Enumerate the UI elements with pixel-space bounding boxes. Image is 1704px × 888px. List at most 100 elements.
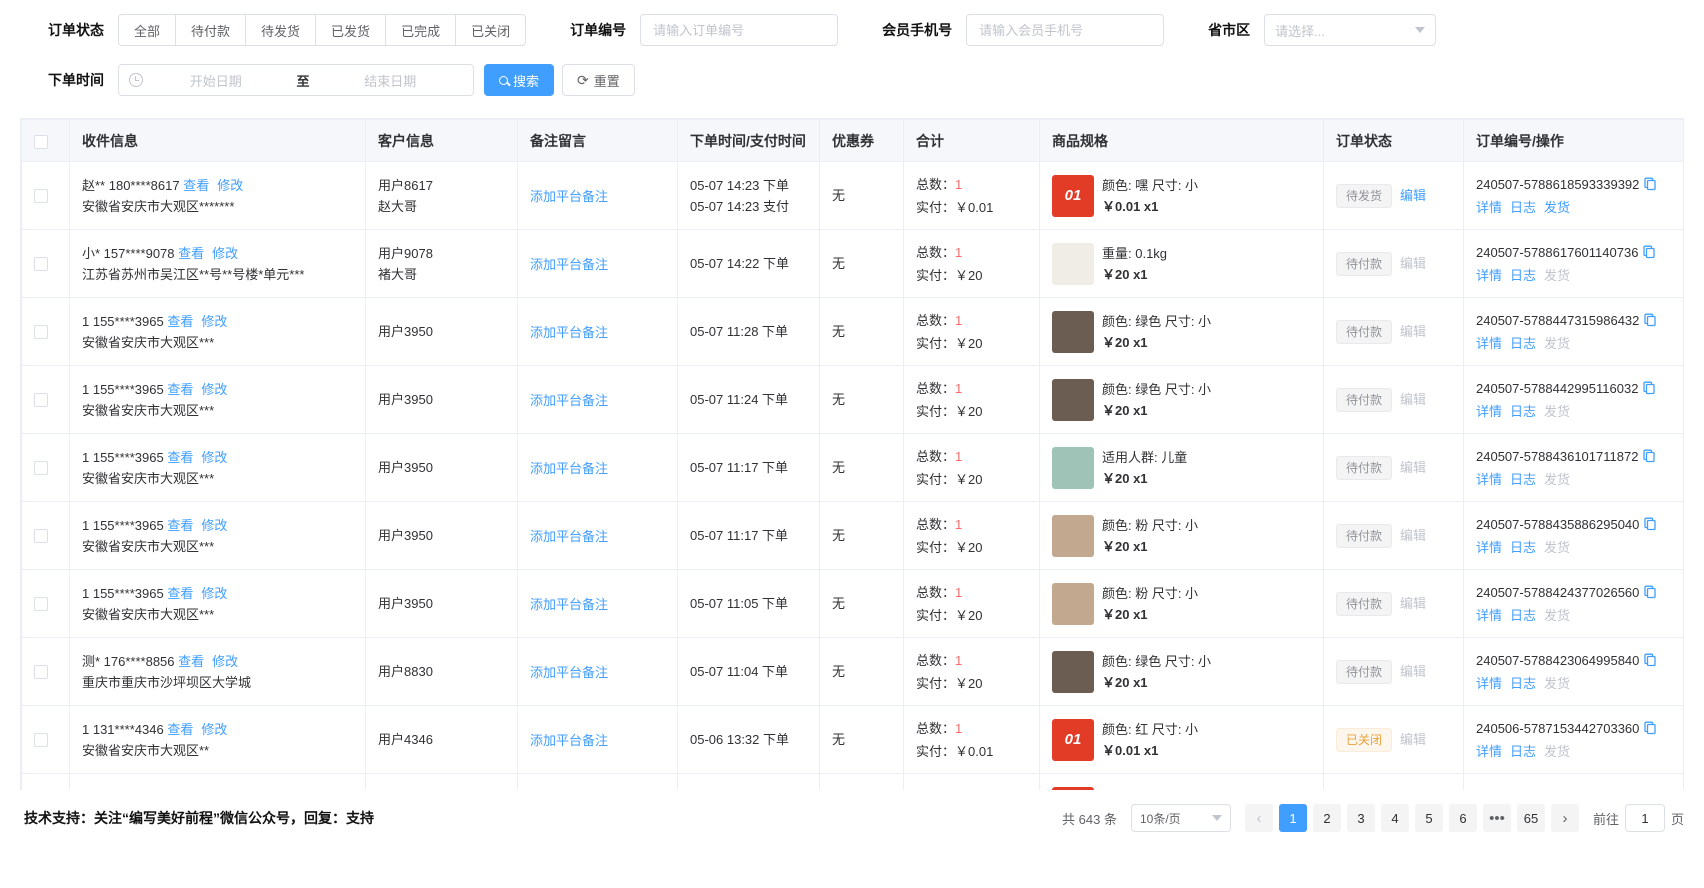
- modify-link[interactable]: 修改: [201, 382, 227, 397]
- status-tab-2[interactable]: 待发货: [245, 14, 316, 46]
- log-link[interactable]: 日志: [1510, 268, 1536, 283]
- status-tab-3[interactable]: 已发货: [315, 14, 386, 46]
- add-note-link[interactable]: 添加平台备注: [530, 393, 608, 408]
- page-button-65[interactable]: 65: [1517, 804, 1545, 832]
- view-link[interactable]: 查看: [178, 654, 204, 669]
- date-range-picker[interactable]: 开始日期 至 结束日期: [118, 64, 474, 96]
- reset-button-label: 重置: [594, 71, 620, 90]
- log-link[interactable]: 日志: [1510, 404, 1536, 419]
- ship-link[interactable]: 发货: [1544, 200, 1570, 215]
- order-no-input[interactable]: [640, 14, 838, 46]
- add-note-link[interactable]: 添加平台备注: [530, 257, 608, 272]
- log-link[interactable]: 日志: [1510, 472, 1536, 487]
- detail-link[interactable]: 详情: [1476, 608, 1502, 623]
- modify-link[interactable]: 修改: [212, 246, 238, 261]
- view-link[interactable]: 查看: [167, 382, 193, 397]
- detail-link[interactable]: 详情: [1476, 676, 1502, 691]
- view-link[interactable]: 查看: [167, 722, 193, 737]
- prev-page-button[interactable]: ‹: [1245, 804, 1273, 832]
- reset-button[interactable]: ⟳ 重置: [562, 64, 635, 96]
- goto-page-input[interactable]: [1625, 804, 1665, 832]
- next-page-button[interactable]: ›: [1551, 804, 1579, 832]
- time-cell: 05-07 14:23 下单05-07 14:23 支付: [678, 162, 820, 230]
- page-size-select[interactable]: 10条/页: [1131, 804, 1231, 832]
- detail-link[interactable]: 详情: [1476, 200, 1502, 215]
- log-link[interactable]: 日志: [1510, 540, 1536, 555]
- row-checkbox[interactable]: [34, 461, 48, 475]
- table-row: 1 155****3965 查看修改安徽省安庆市大观区***用户3950添加平台…: [22, 570, 1685, 638]
- modify-link[interactable]: 修改: [201, 314, 227, 329]
- detail-link[interactable]: 详情: [1476, 744, 1502, 759]
- total-label: 总数：: [916, 177, 955, 192]
- member-phone-input[interactable]: [966, 14, 1164, 46]
- row-checkbox[interactable]: [34, 665, 48, 679]
- view-link[interactable]: 查看: [167, 314, 193, 329]
- row-checkbox[interactable]: [34, 597, 48, 611]
- more-pages-button[interactable]: •••: [1483, 804, 1511, 832]
- copy-icon[interactable]: [1642, 244, 1656, 265]
- copy-icon[interactable]: [1643, 584, 1657, 605]
- add-note-link[interactable]: 添加平台备注: [530, 325, 608, 340]
- copy-icon[interactable]: [1643, 176, 1657, 197]
- region-select[interactable]: 请选择...: [1264, 14, 1436, 46]
- modify-link[interactable]: 修改: [201, 450, 227, 465]
- log-link[interactable]: 日志: [1510, 744, 1536, 759]
- add-note-link[interactable]: 添加平台备注: [530, 529, 608, 544]
- checkbox-cell: [22, 774, 70, 791]
- page-button-6[interactable]: 6: [1449, 804, 1477, 832]
- select-all-checkbox[interactable]: [34, 135, 48, 149]
- view-link[interactable]: 查看: [167, 518, 193, 533]
- detail-link[interactable]: 详情: [1476, 540, 1502, 555]
- modify-link[interactable]: 修改: [212, 654, 238, 669]
- page-button-2[interactable]: 2: [1313, 804, 1341, 832]
- status-tab-0[interactable]: 全部: [118, 14, 176, 46]
- customer-id: 用户8830: [378, 661, 505, 682]
- copy-icon[interactable]: [1642, 380, 1656, 401]
- status-cell: 待付款编辑: [1324, 434, 1464, 502]
- view-link[interactable]: 查看: [183, 178, 209, 193]
- view-link[interactable]: 查看: [178, 246, 204, 261]
- copy-icon[interactable]: [1643, 312, 1657, 333]
- add-note-link[interactable]: 添加平台备注: [530, 189, 608, 204]
- row-checkbox[interactable]: [34, 733, 48, 747]
- copy-icon[interactable]: [1643, 720, 1657, 741]
- view-link[interactable]: 查看: [167, 586, 193, 601]
- add-note-link[interactable]: 添加平台备注: [530, 461, 608, 476]
- row-checkbox[interactable]: [34, 393, 48, 407]
- detail-link[interactable]: 详情: [1476, 336, 1502, 351]
- modify-link[interactable]: 修改: [201, 518, 227, 533]
- view-link[interactable]: 查看: [167, 450, 193, 465]
- detail-link[interactable]: 详情: [1476, 404, 1502, 419]
- log-link[interactable]: 日志: [1510, 336, 1536, 351]
- row-checkbox[interactable]: [34, 529, 48, 543]
- status-tab-5[interactable]: 已关闭: [455, 14, 526, 46]
- log-link[interactable]: 日志: [1510, 676, 1536, 691]
- log-link[interactable]: 日志: [1510, 608, 1536, 623]
- row-checkbox[interactable]: [34, 325, 48, 339]
- page-button-5[interactable]: 5: [1415, 804, 1443, 832]
- modify-link[interactable]: 修改: [201, 722, 227, 737]
- modify-link[interactable]: 修改: [201, 586, 227, 601]
- add-note-link[interactable]: 添加平台备注: [530, 665, 608, 680]
- copy-icon[interactable]: [1642, 448, 1656, 469]
- copy-icon[interactable]: [1643, 516, 1657, 537]
- status-tab-1[interactable]: 待付款: [175, 14, 246, 46]
- copy-icon[interactable]: [1643, 652, 1657, 673]
- page-button-4[interactable]: 4: [1381, 804, 1409, 832]
- status-tab-4[interactable]: 已完成: [385, 14, 456, 46]
- search-button[interactable]: 搜索: [484, 64, 554, 96]
- page-button-1[interactable]: 1: [1279, 804, 1307, 832]
- modify-link[interactable]: 修改: [217, 178, 243, 193]
- row-checkbox[interactable]: [34, 257, 48, 271]
- add-note-link[interactable]: 添加平台备注: [530, 597, 608, 612]
- page-button-3[interactable]: 3: [1347, 804, 1375, 832]
- edit-link[interactable]: 编辑: [1400, 188, 1426, 203]
- add-note-link[interactable]: 添加平台备注: [530, 733, 608, 748]
- detail-link[interactable]: 详情: [1476, 472, 1502, 487]
- header-orderno: 订单编号/操作: [1464, 120, 1685, 162]
- orders-table-wrap: 收件信息 客户信息 备注留言 下单时间/支付时间 优惠券 合计 商品规格 订单状…: [20, 118, 1684, 790]
- log-link[interactable]: 日志: [1510, 200, 1536, 215]
- time-cell: 05-07 11:17 下单: [678, 502, 820, 570]
- row-checkbox[interactable]: [34, 189, 48, 203]
- detail-link[interactable]: 详情: [1476, 268, 1502, 283]
